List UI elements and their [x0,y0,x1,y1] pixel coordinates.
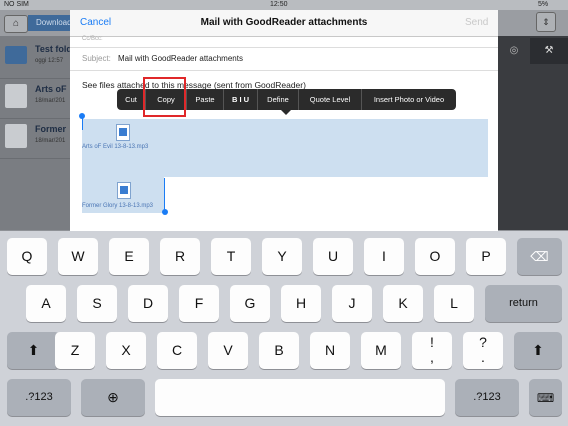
menu-item-quote-level[interactable]: Quote Level [299,89,361,110]
audio-file-icon [5,84,27,108]
list-item-date: 18/mar/201 [35,98,66,104]
key-question-period[interactable]: ? . [463,332,503,369]
list-item-title: Arts oF [35,84,67,94]
audio-file-icon [5,124,27,148]
sort-icon[interactable]: ⇕ [536,12,556,32]
space-key[interactable] [155,379,445,416]
attachment-name: Arts oF Evil 13-8-13.mp3 [82,144,149,150]
return-key[interactable]: return [485,285,562,322]
key-b[interactable]: B [259,332,299,369]
key-j[interactable]: J [332,285,372,322]
shift-icon: ⬆ [27,342,40,358]
keyboard: Q W E R T Y U I O P ⌫ A S D F G H J K L … [0,231,568,426]
shift-icon: ⬆ [532,342,544,358]
key-v[interactable]: V [208,332,248,369]
globe-icon: ⊕ [107,389,119,405]
mail-nav-bar: Cancel Mail with GoodReader attachments … [70,10,498,37]
carrier-label: NO SIM [4,1,29,8]
menu-item-define[interactable]: Define [258,89,298,110]
key-p[interactable]: P [466,238,506,275]
status-bar: NO SIM 12:50 5% [0,0,568,10]
selection-end-line [164,178,165,213]
shift-key[interactable]: ⬆ [7,332,60,369]
key-i[interactable]: I [364,238,404,275]
mail-compose-sheet: Cancel Mail with GoodReader attachments … [70,10,498,231]
folder-icon [5,46,27,64]
edit-menu-arrow [281,110,291,115]
list-item[interactable]: Arts oF 18/mar/201 [0,78,72,119]
list-item-date: 18/mar/201 [35,138,66,144]
key-d[interactable]: D [128,285,168,322]
subject-field[interactable]: Subject: Mail with GoodReader attachment… [70,48,498,71]
menu-item-insert-photo[interactable]: Insert Photo or Video [362,89,456,110]
key-o[interactable]: O [415,238,455,275]
hide-keyboard-key[interactable]: ⌨ [529,379,562,416]
breadcrumb[interactable]: Download [28,15,72,31]
globe-icon[interactable]: ◎ [498,38,530,64]
list-item-title: Former [35,124,67,134]
menu-item-bold-italic-underline[interactable]: B I U [224,89,257,110]
cc-bcc-field[interactable]: Cc/Bcc: [70,36,498,48]
list-item[interactable]: Test fold oggi 12:57 [0,38,72,79]
battery-label: 5% [538,1,549,8]
numbers-key-right[interactable]: .?123 [455,379,519,416]
key-exclaim-comma[interactable]: ! , [412,332,452,369]
subject-value[interactable]: Mail with GoodReader attachments [118,54,243,63]
key-t[interactable]: T [211,238,251,275]
list-item[interactable]: Former 18/mar/201 [0,118,72,159]
menu-item-cut[interactable]: Cut [117,89,145,110]
backspace-icon: ⌫ [530,249,549,264]
attachment-name: Former Glory 13-8-13.mp3 [82,203,154,209]
mail-title: Mail with GoodReader attachments [200,17,368,28]
clock: 12:50 [270,1,288,8]
keyboard-dismiss-icon: ⌨ [536,391,555,405]
key-w[interactable]: W [58,238,98,275]
menu-item-paste[interactable]: Paste [187,89,223,110]
subject-label: Subject: [82,54,111,63]
send-button[interactable]: Send [465,17,488,28]
background-side-panel [498,36,568,230]
key-a[interactable]: A [26,285,66,322]
key-m[interactable]: M [361,332,401,369]
key-z[interactable]: Z [55,332,95,369]
key-g[interactable]: G [230,285,270,322]
key-u[interactable]: U [313,238,353,275]
key-q[interactable]: Q [7,238,47,275]
shift-key-right[interactable]: ⬆ [514,332,562,369]
key-l[interactable]: L [434,285,474,322]
key-k[interactable]: K [383,285,423,322]
audio-attachment-icon[interactable] [117,182,131,199]
audio-attachment-icon[interactable] [116,124,130,141]
selection-start-line [82,118,83,130]
list-item-title: Test fold [35,44,72,54]
tools-icon[interactable]: ⚒ [530,38,568,64]
list-item-date: oggi 12:57 [35,58,64,64]
key-x[interactable]: X [106,332,146,369]
key-y[interactable]: Y [262,238,302,275]
key-n[interactable]: N [310,332,350,369]
key-r[interactable]: R [160,238,200,275]
key-h[interactable]: H [281,285,321,322]
copy-highlight-box [143,77,186,117]
backspace-key[interactable]: ⌫ [517,238,562,275]
home-icon[interactable]: ⌂ [4,15,28,33]
numbers-key[interactable]: .?123 [7,379,71,416]
globe-key[interactable]: ⊕ [81,379,145,416]
key-f[interactable]: F [179,285,219,322]
selection-end-handle[interactable] [162,209,168,215]
key-s[interactable]: S [77,285,117,322]
key-e[interactable]: E [109,238,149,275]
key-c[interactable]: C [157,332,197,369]
